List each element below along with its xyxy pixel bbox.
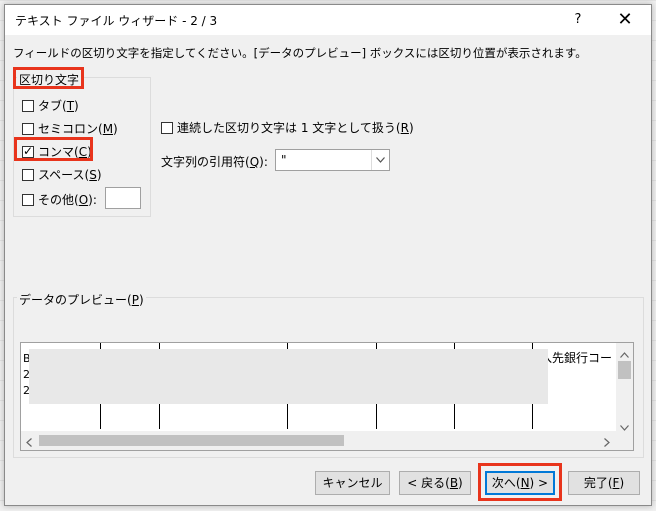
consecutive-label: 連続した区切り文字は 1 文字として扱う(R): [177, 121, 414, 135]
preview-horizontal-scrollbar[interactable]: [21, 431, 633, 450]
semicolon-label: セミコロン(M): [38, 122, 118, 136]
text-qualifier-select[interactable]: ": [275, 149, 390, 171]
other-checkbox[interactable]: [22, 193, 34, 206]
close-button[interactable]: ✕: [613, 8, 637, 32]
tab-checkbox-row[interactable]: タブ(T): [22, 97, 79, 114]
comma-highlight: [14, 137, 93, 161]
title-bar: テキスト ファイル ウィザード - 2 / 3 ? ✕: [5, 5, 651, 35]
space-checkbox-row[interactable]: スペース(S): [22, 166, 102, 183]
chevron-down-icon[interactable]: [371, 150, 389, 170]
data-preview[interactable]: B 2 2 入先銀行コー: [20, 342, 634, 451]
tab-label: タブ(T): [38, 99, 79, 113]
text-import-wizard-dialog: テキスト ファイル ウィザード - 2 / 3 ? ✕ フィールドの区切り文字を…: [4, 4, 652, 506]
preview-vertical-scrollbar[interactable]: [616, 343, 633, 431]
scroll-left-icon[interactable]: [26, 436, 32, 450]
scroll-right-icon[interactable]: [604, 436, 610, 450]
text-qualifier-label: 文字列の引用符(Q):: [161, 155, 268, 169]
space-checkbox[interactable]: [22, 168, 34, 181]
preview-label: データのプレビュー(P): [17, 291, 146, 308]
next-button[interactable]: 次へ(N) >: [485, 471, 555, 495]
help-button[interactable]: ?: [568, 10, 588, 30]
finish-button[interactable]: 完了(F): [568, 471, 640, 495]
other-checkbox-row[interactable]: その他(O):: [22, 191, 97, 208]
semicolon-checkbox[interactable]: [22, 122, 34, 135]
dialog-title: テキスト ファイル ウィザード - 2 / 3: [15, 14, 218, 28]
instruction-text: フィールドの区切り文字を指定してください。[データのプレビュー] ボックスには区…: [13, 46, 587, 60]
space-label: スペース(S): [38, 168, 102, 182]
delimiters-label-highlight: [13, 67, 84, 89]
consecutive-checkbox-row[interactable]: 連続した区切り文字は 1 文字として扱う(R): [161, 119, 414, 136]
scroll-up-icon[interactable]: [620, 347, 629, 361]
horizontal-scroll-thumb[interactable]: [39, 435, 344, 446]
preview-row1-tail: 入先銀行コー: [540, 351, 613, 365]
other-delimiter-input[interactable]: [105, 187, 141, 209]
consecutive-checkbox[interactable]: [161, 121, 173, 134]
redacted-preview-data: [29, 349, 548, 404]
cancel-button[interactable]: キャンセル: [315, 471, 390, 495]
other-label: その他(O):: [38, 193, 97, 207]
semicolon-checkbox-row[interactable]: セミコロン(M): [22, 120, 118, 137]
back-button[interactable]: < 戻る(B): [399, 471, 471, 495]
text-qualifier-value: ": [281, 153, 287, 167]
vertical-scroll-thumb[interactable]: [618, 361, 631, 379]
tab-checkbox[interactable]: [22, 99, 34, 112]
